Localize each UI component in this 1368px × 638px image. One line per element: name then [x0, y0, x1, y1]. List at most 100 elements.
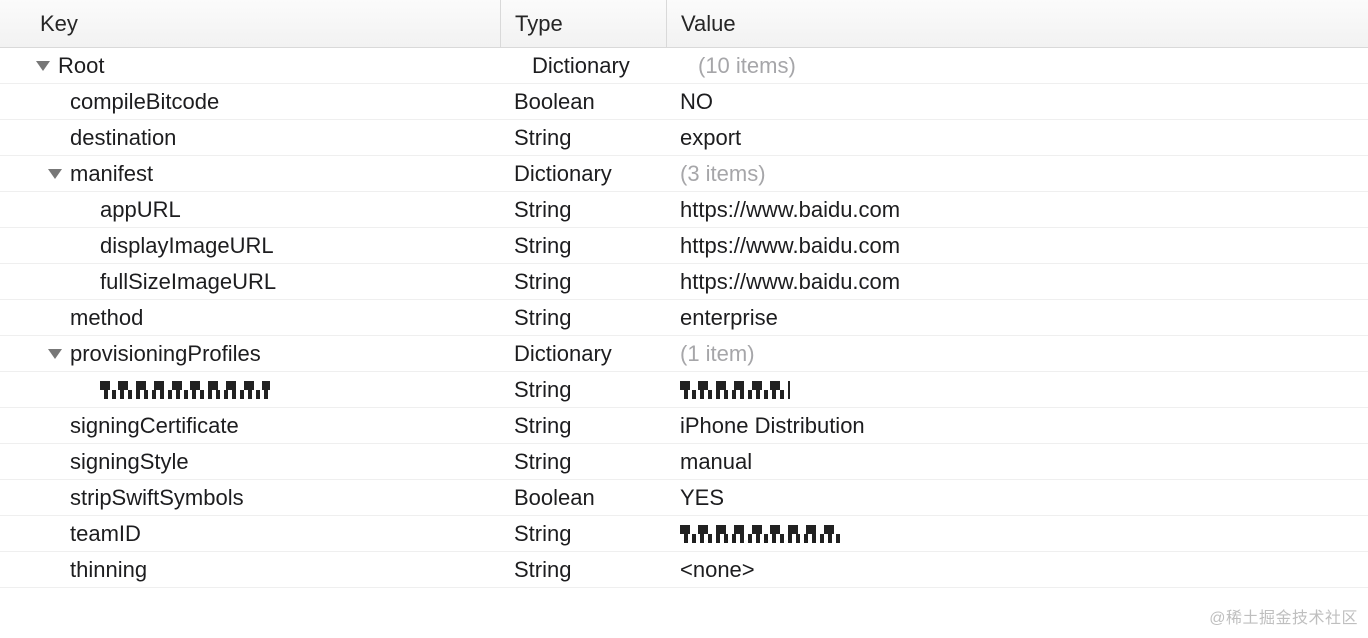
value-cell[interactable]: https://www.baidu.com — [666, 264, 1368, 299]
key-cell[interactable]: thinning — [0, 552, 500, 587]
type-cell[interactable]: String — [500, 228, 666, 263]
value-cell[interactable] — [666, 372, 1368, 407]
type-cell[interactable]: Boolean — [500, 480, 666, 515]
type-cell[interactable]: String — [500, 300, 666, 335]
table-row[interactable]: manifest Dictionary(3 items) — [0, 156, 1368, 192]
column-header-type[interactable]: Type — [500, 0, 666, 47]
type-cell[interactable]: String — [500, 264, 666, 299]
key-cell[interactable]: Root — [18, 48, 518, 83]
type-cell[interactable]: String — [500, 120, 666, 155]
redacted-value — [680, 525, 840, 543]
value-cell[interactable]: manual — [666, 444, 1368, 479]
column-header-key[interactable]: Key — [0, 0, 500, 47]
table-row[interactable]: String — [0, 372, 1368, 408]
type-cell[interactable]: String — [500, 552, 666, 587]
key-cell[interactable]: compileBitcode — [0, 84, 500, 119]
table-row[interactable]: fullSizeImageURLString https://www.baidu.… — [0, 264, 1368, 300]
type-text: Boolean — [514, 89, 595, 115]
table-row[interactable]: Root Dictionary (10 items) — [0, 48, 1368, 84]
table-header: Key Type Value — [0, 0, 1368, 48]
type-cell[interactable]: String — [500, 444, 666, 479]
key-text: thinning — [70, 557, 147, 583]
indent-spacer — [48, 313, 64, 323]
value-cell[interactable]: enterprise — [666, 300, 1368, 335]
table-row[interactable]: destination String export — [0, 120, 1368, 156]
value-text: <none> — [680, 557, 755, 583]
indent-spacer — [48, 493, 64, 503]
key-text: method — [70, 305, 143, 331]
table-row[interactable]: provisioningProfiles Dictionary(1 item) — [0, 336, 1368, 372]
key-cell[interactable] — [0, 372, 500, 407]
value-text: https://www.baidu.com — [680, 269, 900, 295]
key-text: appURL — [100, 197, 181, 223]
type-cell[interactable]: String — [500, 192, 666, 227]
key-cell[interactable]: displayImageURL — [0, 228, 500, 263]
value-cell[interactable]: YES — [666, 480, 1368, 515]
indent-spacer — [48, 565, 64, 575]
type-text: Boolean — [514, 485, 595, 511]
key-cell[interactable]: provisioningProfiles — [0, 336, 500, 371]
value-text: YES — [680, 485, 724, 511]
indent-spacer — [48, 529, 64, 539]
type-cell[interactable]: Boolean — [500, 84, 666, 119]
indent-spacer — [48, 133, 64, 143]
value-cell[interactable]: https://www.baidu.com — [666, 228, 1368, 263]
type-text: String — [514, 449, 571, 475]
type-text: String — [514, 521, 571, 547]
type-cell[interactable]: String — [500, 516, 666, 551]
value-text: manual — [680, 449, 752, 475]
key-text: stripSwiftSymbols — [70, 485, 244, 511]
table-row[interactable]: method String enterprise — [0, 300, 1368, 336]
value-cell[interactable]: NO — [666, 84, 1368, 119]
table-row[interactable]: teamID String — [0, 516, 1368, 552]
key-cell[interactable]: manifest — [0, 156, 500, 191]
key-text: provisioningProfiles — [70, 341, 261, 367]
value-text: export — [680, 125, 741, 151]
table-row[interactable]: signingCertificate String iPhone Distribut… — [0, 408, 1368, 444]
value-text: NO — [680, 89, 713, 115]
key-cell[interactable]: stripSwiftSymbols — [0, 480, 500, 515]
key-cell[interactable]: teamID — [0, 516, 500, 551]
value-cell[interactable]: (10 items) — [684, 48, 1368, 83]
type-text: String — [514, 233, 571, 259]
type-cell[interactable]: Dictionary — [500, 156, 666, 191]
column-header-value[interactable]: Value — [666, 0, 1368, 47]
type-text: Dictionary — [532, 53, 630, 79]
key-text: manifest — [70, 161, 153, 187]
key-cell[interactable]: signingStyle — [0, 444, 500, 479]
type-cell[interactable]: String — [500, 408, 666, 443]
disclosure-triangle-icon[interactable] — [48, 169, 62, 179]
type-cell[interactable]: Dictionary — [518, 48, 684, 83]
table-row[interactable]: thinning String <none> — [0, 552, 1368, 588]
table-row[interactable]: displayImageURL String https://www.baidu.c… — [0, 228, 1368, 264]
key-cell[interactable]: fullSizeImageURL — [0, 264, 500, 299]
watermark-text: @稀土掘金技术社区 — [1209, 604, 1358, 628]
value-text: enterprise — [680, 305, 778, 331]
type-cell[interactable]: String — [500, 372, 666, 407]
table-row[interactable]: appURL Stringhttps://www.baidu.com — [0, 192, 1368, 228]
table-row[interactable]: stripSwiftSymbols Boolean YES — [0, 480, 1368, 516]
table-body: Root Dictionary (10 items) compileBitcode Bo… — [0, 48, 1368, 588]
type-text: String — [514, 125, 571, 151]
disclosure-triangle-icon[interactable] — [48, 349, 62, 359]
key-cell[interactable]: signingCertificate — [0, 408, 500, 443]
value-cell[interactable]: https://www.baidu.com — [666, 192, 1368, 227]
key-text: Root — [58, 53, 104, 79]
value-text: (10 items) — [698, 53, 796, 79]
key-cell[interactable]: appURL — [0, 192, 500, 227]
key-cell[interactable]: method — [0, 300, 500, 335]
value-cell[interactable]: iPhone Distribution — [666, 408, 1368, 443]
value-cell[interactable]: <none> — [666, 552, 1368, 587]
value-text: iPhone Distribution — [680, 413, 865, 439]
value-cell[interactable]: (1 item) — [666, 336, 1368, 371]
type-cell[interactable]: Dictionary — [500, 336, 666, 371]
indent-spacer — [78, 241, 94, 251]
table-row[interactable]: signingStyle String manual — [0, 444, 1368, 480]
type-text: String — [514, 413, 571, 439]
key-cell[interactable]: destination — [0, 120, 500, 155]
value-cell[interactable] — [666, 516, 1368, 551]
disclosure-triangle-icon[interactable] — [36, 61, 50, 71]
value-cell[interactable]: (3 items) — [666, 156, 1368, 191]
table-row[interactable]: compileBitcode Boolean NO — [0, 84, 1368, 120]
value-cell[interactable]: export — [666, 120, 1368, 155]
